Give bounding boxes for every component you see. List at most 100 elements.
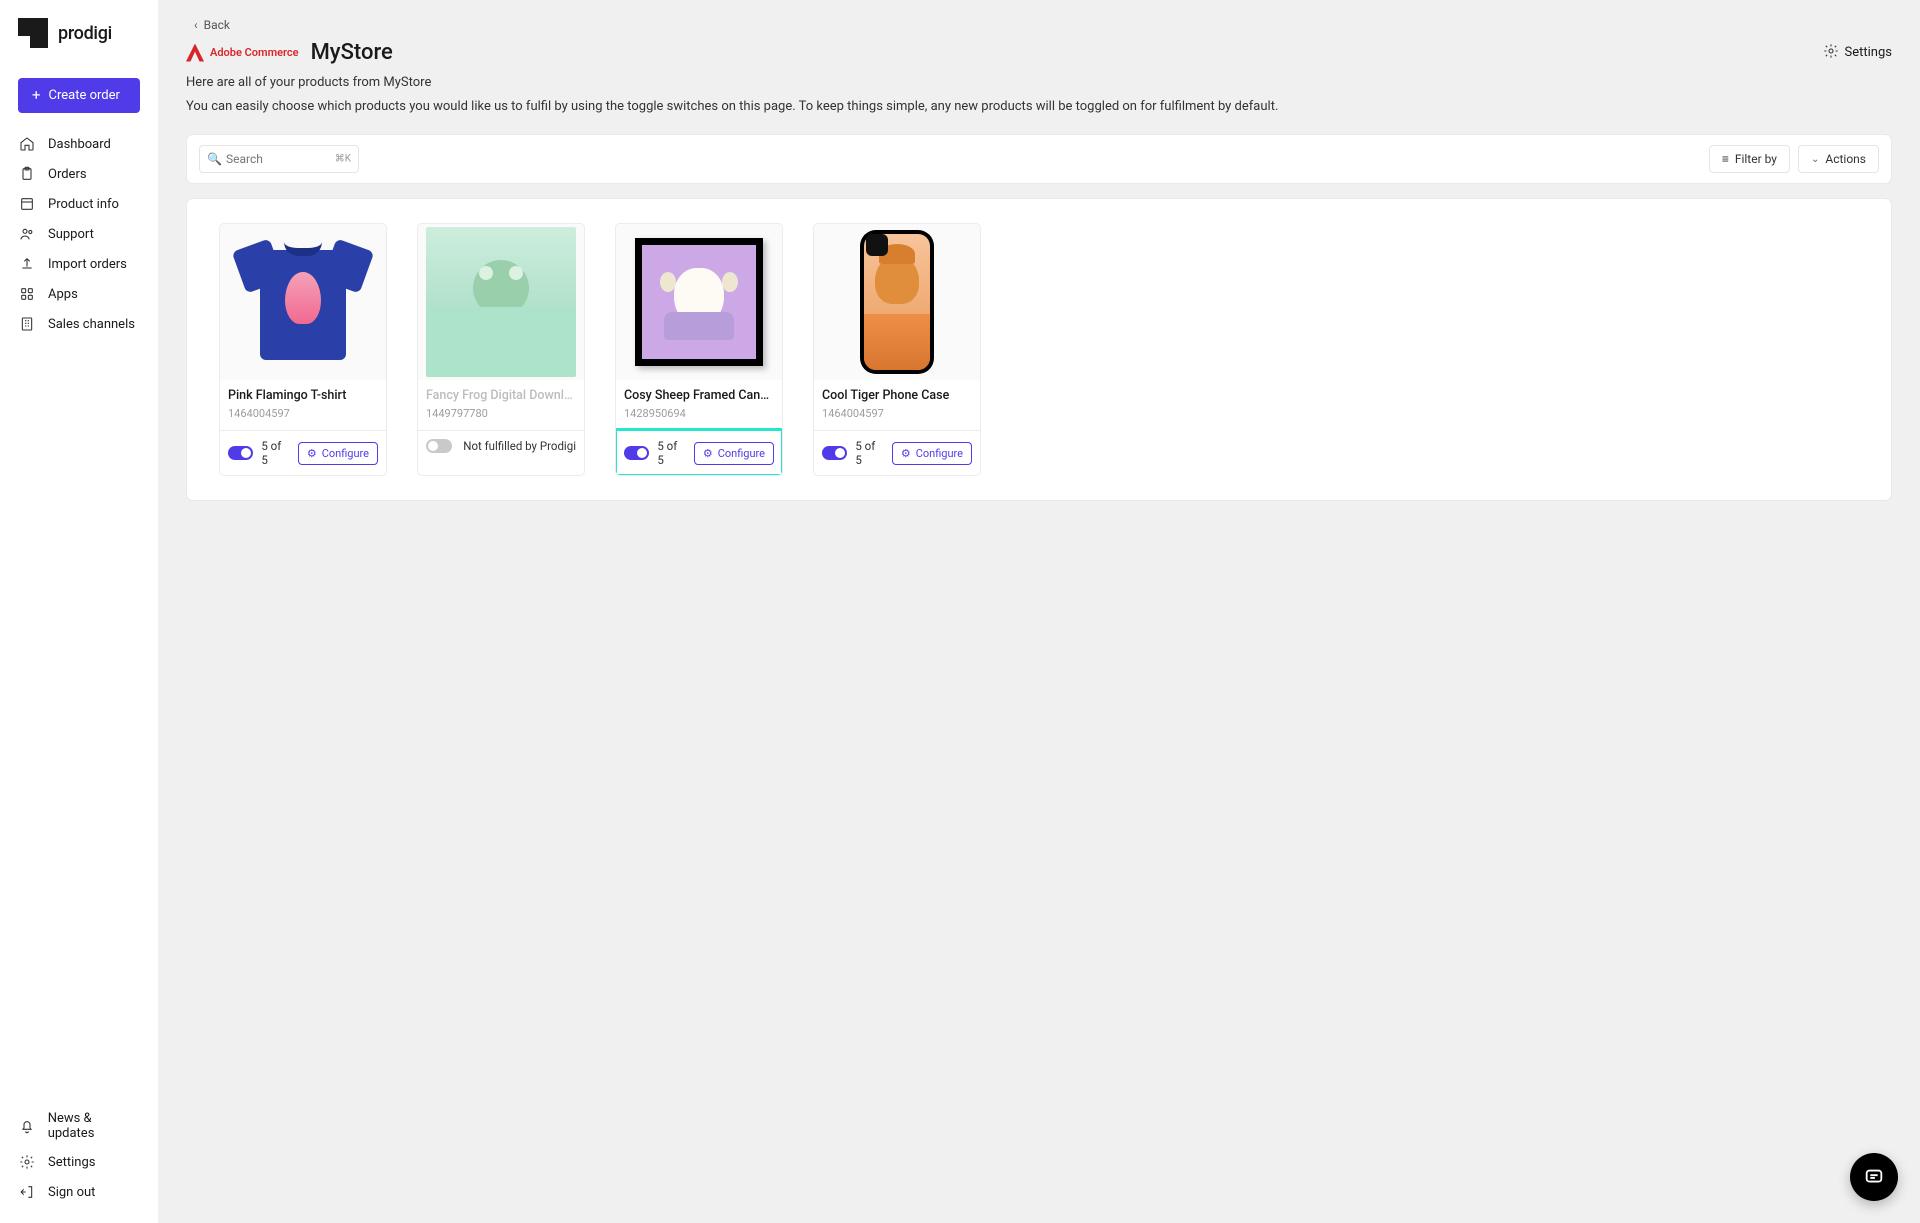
chevron-left-icon: ‹ bbox=[194, 18, 198, 32]
clipboard-icon bbox=[18, 165, 36, 183]
brand-logo[interactable]: prodigi bbox=[0, 18, 158, 78]
primary-nav: Dashboard Orders Product info Support Im… bbox=[0, 135, 158, 333]
building-icon bbox=[18, 315, 36, 333]
page-settings-button[interactable]: Settings bbox=[1823, 43, 1892, 63]
product-footer: Not fulfilled by Prodigi bbox=[418, 430, 584, 461]
nav-label: Settings bbox=[48, 1155, 95, 1170]
store-title: MyStore bbox=[311, 40, 393, 65]
plus-icon: + bbox=[32, 88, 41, 103]
product-thumbnail[interactable] bbox=[220, 224, 386, 380]
back-link[interactable]: ‹ Back bbox=[194, 18, 1892, 32]
gear-icon: ⚙ bbox=[307, 447, 317, 460]
not-fulfilled-label: Not fulfilled by Prodigi bbox=[463, 439, 576, 453]
filter-button[interactable]: ≡ Filter by bbox=[1709, 145, 1790, 173]
create-order-button[interactable]: + Create order bbox=[18, 78, 140, 113]
adobe-icon bbox=[186, 44, 204, 62]
variant-count: 5 of 5 bbox=[261, 439, 289, 467]
nav-settings[interactable]: Settings bbox=[18, 1153, 140, 1171]
product-thumbnail[interactable] bbox=[616, 224, 782, 380]
variant-count: 5 of 5 bbox=[657, 439, 685, 467]
integration-badge: Adobe Commerce bbox=[186, 44, 299, 62]
toolbar-panel: 🔍 ⌘K ≡ Filter by ⌄ Actions bbox=[186, 134, 1892, 184]
nav-import-orders[interactable]: Import orders bbox=[18, 255, 140, 273]
secondary-nav: News & updates Settings Sign out bbox=[0, 1111, 158, 1205]
nav-label: Sales channels bbox=[48, 317, 135, 332]
nav-support[interactable]: Support bbox=[18, 225, 140, 243]
nav-label: Orders bbox=[48, 167, 87, 182]
product-sku: 1428950694 bbox=[624, 407, 774, 420]
product-footer: 5 of 5 ⚙ Configure bbox=[814, 430, 980, 475]
product-thumbnail[interactable] bbox=[418, 224, 584, 380]
sidebar: prodigi + Create order Dashboard Orders … bbox=[0, 0, 158, 1223]
nav-label: Sign out bbox=[48, 1185, 95, 1200]
product-title: Cool Tiger Phone Case bbox=[822, 388, 972, 403]
product-grid: Pink Flamingo T-shirt 1464004597 5 of 5 … bbox=[219, 223, 1859, 476]
bell-icon bbox=[18, 1117, 36, 1135]
configure-button[interactable]: ⚙ Configure bbox=[298, 442, 378, 465]
nav-label: Product info bbox=[48, 197, 119, 212]
nav-news[interactable]: News & updates bbox=[18, 1111, 140, 1141]
gear-icon bbox=[18, 1153, 36, 1171]
back-label: Back bbox=[204, 18, 230, 32]
product-title: Pink Flamingo T-shirt bbox=[228, 388, 378, 403]
product-thumbnail[interactable] bbox=[814, 224, 980, 380]
nav-orders[interactable]: Orders bbox=[18, 165, 140, 183]
configure-label: Configure bbox=[916, 447, 963, 460]
nav-product-info[interactable]: Product info bbox=[18, 195, 140, 213]
product-card: Cosy Sheep Framed Canvas 1428950694 5 of… bbox=[615, 223, 783, 476]
nav-dashboard[interactable]: Dashboard bbox=[18, 135, 140, 153]
search-icon: 🔍 bbox=[207, 152, 222, 166]
product-card: Fancy Frog Digital Download 1449797780 N… bbox=[417, 223, 585, 476]
nav-sales-channels[interactable]: Sales channels bbox=[18, 315, 140, 333]
product-card: Pink Flamingo T-shirt 1464004597 5 of 5 … bbox=[219, 223, 387, 476]
fulfilment-toggle[interactable] bbox=[228, 446, 253, 460]
nav-apps[interactable]: Apps bbox=[18, 285, 140, 303]
chat-icon bbox=[1863, 1166, 1885, 1188]
product-footer: 5 of 5 ⚙ Configure bbox=[220, 430, 386, 475]
configure-button[interactable]: ⚙ Configure bbox=[694, 442, 774, 465]
product-title: Cosy Sheep Framed Canvas bbox=[624, 388, 774, 403]
page-description-2: You can easily choose which products you… bbox=[186, 97, 1892, 117]
integration-name: Adobe Commerce bbox=[210, 47, 299, 59]
actions-label: Actions bbox=[1825, 152, 1866, 166]
nav-sign-out[interactable]: Sign out bbox=[18, 1183, 140, 1201]
gear-icon: ⚙ bbox=[901, 447, 911, 460]
create-order-label: Create order bbox=[49, 88, 120, 103]
fulfilment-toggle[interactable] bbox=[426, 439, 452, 453]
brand-name: prodigi bbox=[58, 23, 112, 44]
nav-label: Dashboard bbox=[48, 137, 111, 152]
main-content: ‹ Back Adobe Commerce MyStore Settings H… bbox=[158, 0, 1920, 1223]
nav-label: Support bbox=[48, 227, 94, 242]
product-sku: 1464004597 bbox=[228, 407, 378, 420]
product-title: Fancy Frog Digital Download bbox=[426, 388, 576, 403]
sign-out-icon bbox=[18, 1183, 36, 1201]
configure-label: Configure bbox=[718, 447, 765, 460]
gear-icon: ⚙ bbox=[703, 447, 713, 460]
product-sku: 1449797780 bbox=[426, 407, 576, 420]
page-description-1: Here are all of your products from MySto… bbox=[186, 73, 1892, 93]
filter-label: Filter by bbox=[1735, 152, 1777, 166]
configure-label: Configure bbox=[322, 447, 369, 460]
fulfilment-toggle[interactable] bbox=[624, 446, 649, 460]
brand-mark-icon bbox=[18, 18, 48, 48]
chat-fab[interactable] bbox=[1850, 1153, 1898, 1201]
nav-label: Apps bbox=[48, 287, 78, 302]
box-icon bbox=[18, 195, 36, 213]
fulfilment-toggle[interactable] bbox=[822, 446, 847, 460]
actions-button[interactable]: ⌄ Actions bbox=[1798, 145, 1879, 173]
filter-icon: ≡ bbox=[1722, 152, 1729, 166]
gear-icon bbox=[1823, 43, 1839, 63]
search-shortcut: ⌘K bbox=[335, 154, 351, 165]
configure-button[interactable]: ⚙ Configure bbox=[892, 442, 972, 465]
nav-label: Import orders bbox=[48, 257, 127, 272]
product-sku: 1464004597 bbox=[822, 407, 972, 420]
product-footer: 5 of 5 ⚙ Configure bbox=[616, 430, 782, 475]
nav-label: News & updates bbox=[48, 1111, 140, 1141]
grid-icon bbox=[18, 285, 36, 303]
people-icon bbox=[18, 225, 36, 243]
settings-label: Settings bbox=[1845, 45, 1892, 60]
product-card: Cool Tiger Phone Case 1464004597 5 of 5 … bbox=[813, 223, 981, 476]
page-header: Adobe Commerce MyStore Settings bbox=[186, 40, 1892, 65]
chevron-down-icon: ⌄ bbox=[1811, 154, 1819, 165]
variant-count: 5 of 5 bbox=[855, 439, 883, 467]
